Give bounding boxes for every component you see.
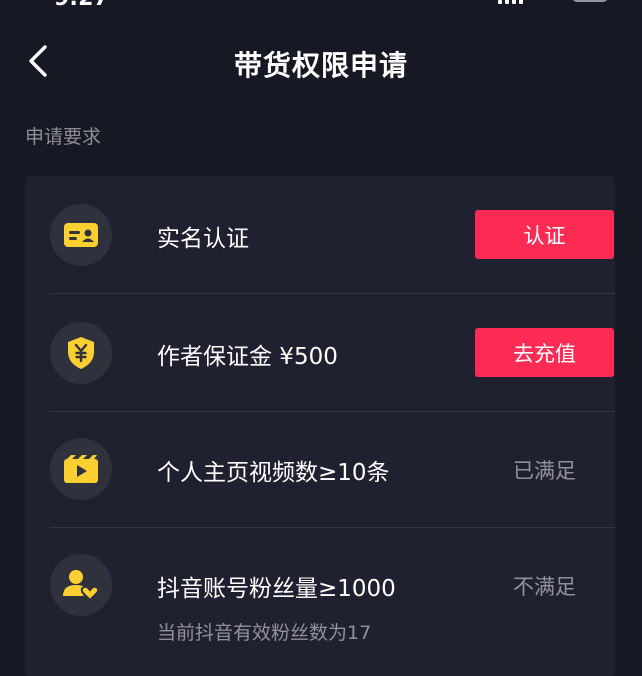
recharge-button[interactable]: 去充值 xyxy=(475,328,614,377)
clapperboard-icon xyxy=(50,438,112,500)
requirement-title: 作者保证金 ¥500 xyxy=(157,344,338,370)
row-divider xyxy=(50,527,615,528)
row-divider xyxy=(50,293,615,294)
status-not-satisfied: 不满足 xyxy=(513,575,576,599)
requirement-subtitle: 当前抖音有效粉丝数为17 xyxy=(157,622,372,644)
id-card-icon xyxy=(50,204,112,266)
status-time: 9:27 xyxy=(54,0,109,11)
requirement-row-deposit: 作者保证金 ¥500 去充值 xyxy=(50,322,615,384)
requirements-card: 实名认证 认证 作者保证金 ¥500 去充值 个人主页视频数≥10条 已满足 抖… xyxy=(25,176,615,676)
verify-button[interactable]: 认证 xyxy=(475,210,614,259)
yuan-shield-icon xyxy=(50,322,112,384)
requirement-row-real-name: 实名认证 认证 xyxy=(50,204,615,266)
requirement-title: 实名认证 xyxy=(157,226,249,252)
nav-bar: 带货权限申请 xyxy=(0,30,642,94)
requirement-row-videos: 个人主页视频数≥10条 已满足 xyxy=(50,438,615,500)
row-divider xyxy=(50,411,615,412)
signal-icon xyxy=(498,0,524,4)
requirement-title: 抖音账号粉丝量≥1000 xyxy=(157,576,396,602)
requirement-row-followers: 抖音账号粉丝量≥1000 不满足 当前抖音有效粉丝数为17 xyxy=(50,554,615,664)
status-satisfied: 已满足 xyxy=(513,459,576,483)
requirement-title: 个人主页视频数≥10条 xyxy=(157,460,390,486)
status-bar: 9:27 xyxy=(0,0,642,11)
fans-heart-icon xyxy=(50,554,112,616)
page-title: 带货权限申请 xyxy=(233,49,408,82)
battery-icon xyxy=(572,0,608,2)
section-label: 申请要求 xyxy=(25,126,102,148)
